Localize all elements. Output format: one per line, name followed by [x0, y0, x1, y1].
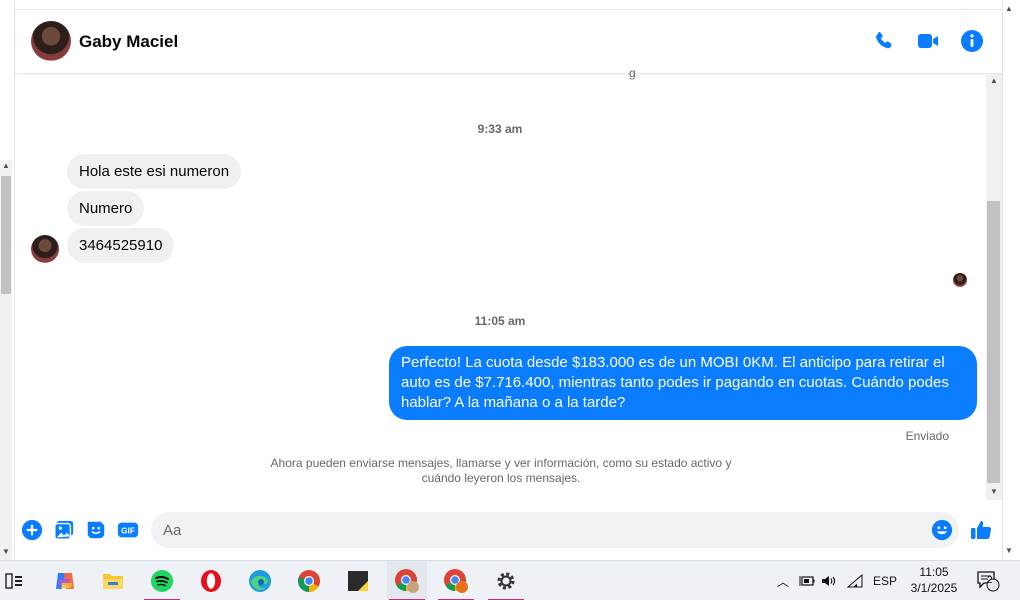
incoming-message[interactable]: Numero	[67, 191, 145, 226]
chrome-profile-2-icon[interactable]	[436, 561, 476, 600]
chat-window: Gaby Maciel g 9:33 am Hola este esi nume…	[14, 0, 1004, 560]
sticker-icon[interactable]	[85, 519, 107, 541]
message-input[interactable]	[151, 512, 959, 548]
show-hidden-icons-icon[interactable]: ︿	[775, 573, 791, 590]
incoming-message[interactable]: 3464525910	[67, 228, 175, 263]
screen: ▲ ▼ ▲ ▼ Gaby Maciel g 9:33 am Hola este …	[0, 0, 1020, 600]
message-list[interactable]: g 9:33 am Hola este esi numeron Numero 3…	[15, 66, 985, 502]
gif-icon[interactable]: GIF	[117, 519, 139, 541]
system-tray: ︿ ESP	[775, 561, 897, 600]
outer-scrollbar[interactable]: ▲ ▼	[1002, 0, 1020, 560]
gif-label: GIF	[121, 527, 135, 536]
video-call-icon[interactable]	[916, 29, 940, 53]
connection-info-note: Ahora pueden enviarse mensajes, llamarse…	[270, 456, 732, 485]
incoming-message[interactable]: Hola este esi numeron	[67, 154, 242, 189]
battery-icon[interactable]	[799, 574, 815, 588]
clock-date: 3/1/2025	[910, 581, 958, 595]
truncated-top-text: g	[629, 66, 636, 80]
spotify-icon[interactable]	[142, 561, 182, 600]
page-scrollbar-thumb[interactable]	[1, 176, 11, 294]
add-icon[interactable]	[21, 519, 43, 541]
sent-status: Enviado	[905, 429, 949, 443]
phone-icon[interactable]	[872, 29, 896, 53]
outer-scroll-down-icon[interactable]: ▼	[1005, 546, 1013, 555]
file-explorer-icon[interactable]	[93, 561, 133, 600]
notification-center[interactable]: 2	[976, 561, 1000, 600]
settings-icon[interactable]	[486, 561, 526, 600]
scroll-down-arrow-icon[interactable]: ▼	[0, 546, 12, 558]
outgoing-message[interactable]: Perfecto! La cuota desde $183.000 es de …	[389, 346, 977, 420]
sticky-notes-icon[interactable]	[338, 561, 378, 600]
contact-name[interactable]: Gaby Maciel	[79, 32, 178, 52]
chrome-profile-1-icon[interactable]	[387, 561, 427, 600]
page-scrollbar[interactable]: ▲ ▼	[0, 160, 12, 560]
wifi-icon[interactable]	[847, 574, 863, 588]
copilot-icon[interactable]	[45, 561, 85, 600]
chat-top-edge	[15, 0, 1004, 10]
read-receipt-avatar	[953, 273, 967, 287]
chat-header: Gaby Maciel	[15, 10, 1002, 74]
image-icon[interactable]	[53, 519, 75, 541]
volume-icon[interactable]	[821, 574, 837, 588]
chat-scrollbar-thumb[interactable]	[987, 201, 1000, 483]
chat-scroll-up-icon[interactable]: ▲	[986, 74, 1002, 88]
outer-scroll-up-icon[interactable]: ▲	[1005, 4, 1013, 13]
notification-count: 2	[987, 575, 993, 586]
task-view-icon[interactable]	[0, 561, 34, 600]
timestamp: 11:05 am	[474, 314, 526, 328]
clock[interactable]: 11:05 3/1/2025	[902, 564, 966, 596]
timestamp: 9:33 am	[477, 122, 523, 136]
composer: GIF	[15, 502, 1002, 558]
edge-icon[interactable]	[240, 561, 280, 600]
clock-time: 11:05	[919, 565, 949, 579]
language-indicator[interactable]: ESP	[873, 574, 897, 588]
chrome-icon[interactable]	[289, 561, 329, 600]
scroll-up-arrow-icon[interactable]: ▲	[0, 160, 12, 172]
like-icon[interactable]	[969, 518, 993, 542]
chat-scrollbar[interactable]: ▲ ▼	[986, 74, 1002, 500]
taskbar: ︿ ESP 11:05 3/1/2025 2	[0, 560, 1020, 600]
opera-icon[interactable]	[191, 561, 231, 600]
contact-avatar[interactable]	[31, 21, 71, 61]
emoji-icon[interactable]	[931, 519, 953, 541]
chat-scroll-down-icon[interactable]: ▼	[986, 485, 1002, 499]
sender-avatar[interactable]	[31, 235, 59, 263]
info-icon[interactable]	[960, 29, 984, 53]
